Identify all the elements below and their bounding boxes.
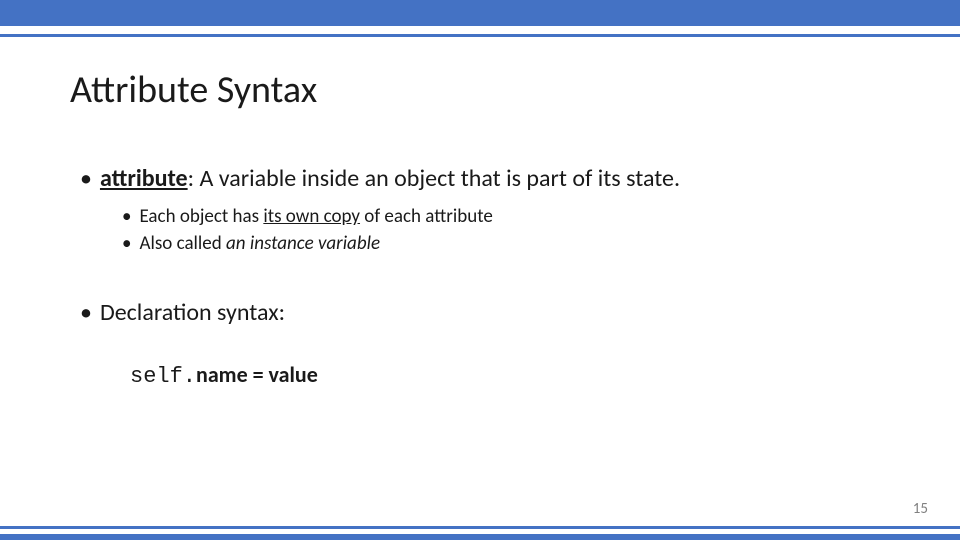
bullet-own-copy: • Each object has its own copy of each at… — [122, 204, 890, 231]
slide-content: Attribute Syntax • attribute: A variable … — [0, 37, 960, 389]
sub-text-prefix: Also called — [139, 232, 226, 255]
code-self-prefix: self. — [130, 364, 196, 389]
code-example: self.name = value — [130, 361, 890, 389]
bullet-attribute-definition: • attribute: A variable inside an object … — [80, 163, 890, 194]
sub-text-prefix: Each object has — [139, 205, 263, 228]
sub-text-underlined: its own copy — [263, 205, 360, 228]
code-name-value: name = value — [196, 361, 318, 388]
declaration-text: Declaration syntax: — [100, 298, 285, 327]
bottom-bar — [0, 534, 960, 540]
bullet-instance-variable: • Also called an instance variable — [122, 231, 890, 258]
page-number: 15 — [913, 500, 928, 518]
top-bar — [0, 0, 960, 26]
bullet-dot-icon: • — [80, 163, 92, 194]
bottom-line — [0, 526, 960, 529]
bullet-dot-icon: • — [80, 297, 92, 328]
bullet-dot-icon: • — [122, 204, 131, 231]
spacer — [70, 257, 890, 297]
bullet-dot-icon: • — [122, 231, 131, 258]
term-attribute: attribute — [100, 164, 188, 193]
definition-text: : A variable inside an object that is pa… — [188, 164, 680, 193]
bullet-declaration-syntax: • Declaration syntax: — [80, 297, 890, 328]
spacer — [70, 339, 890, 361]
slide-title: Attribute Syntax — [70, 67, 890, 113]
sub-text-suffix: of each attribute — [360, 205, 493, 228]
sub-text-italic: an instance variable — [226, 232, 380, 255]
